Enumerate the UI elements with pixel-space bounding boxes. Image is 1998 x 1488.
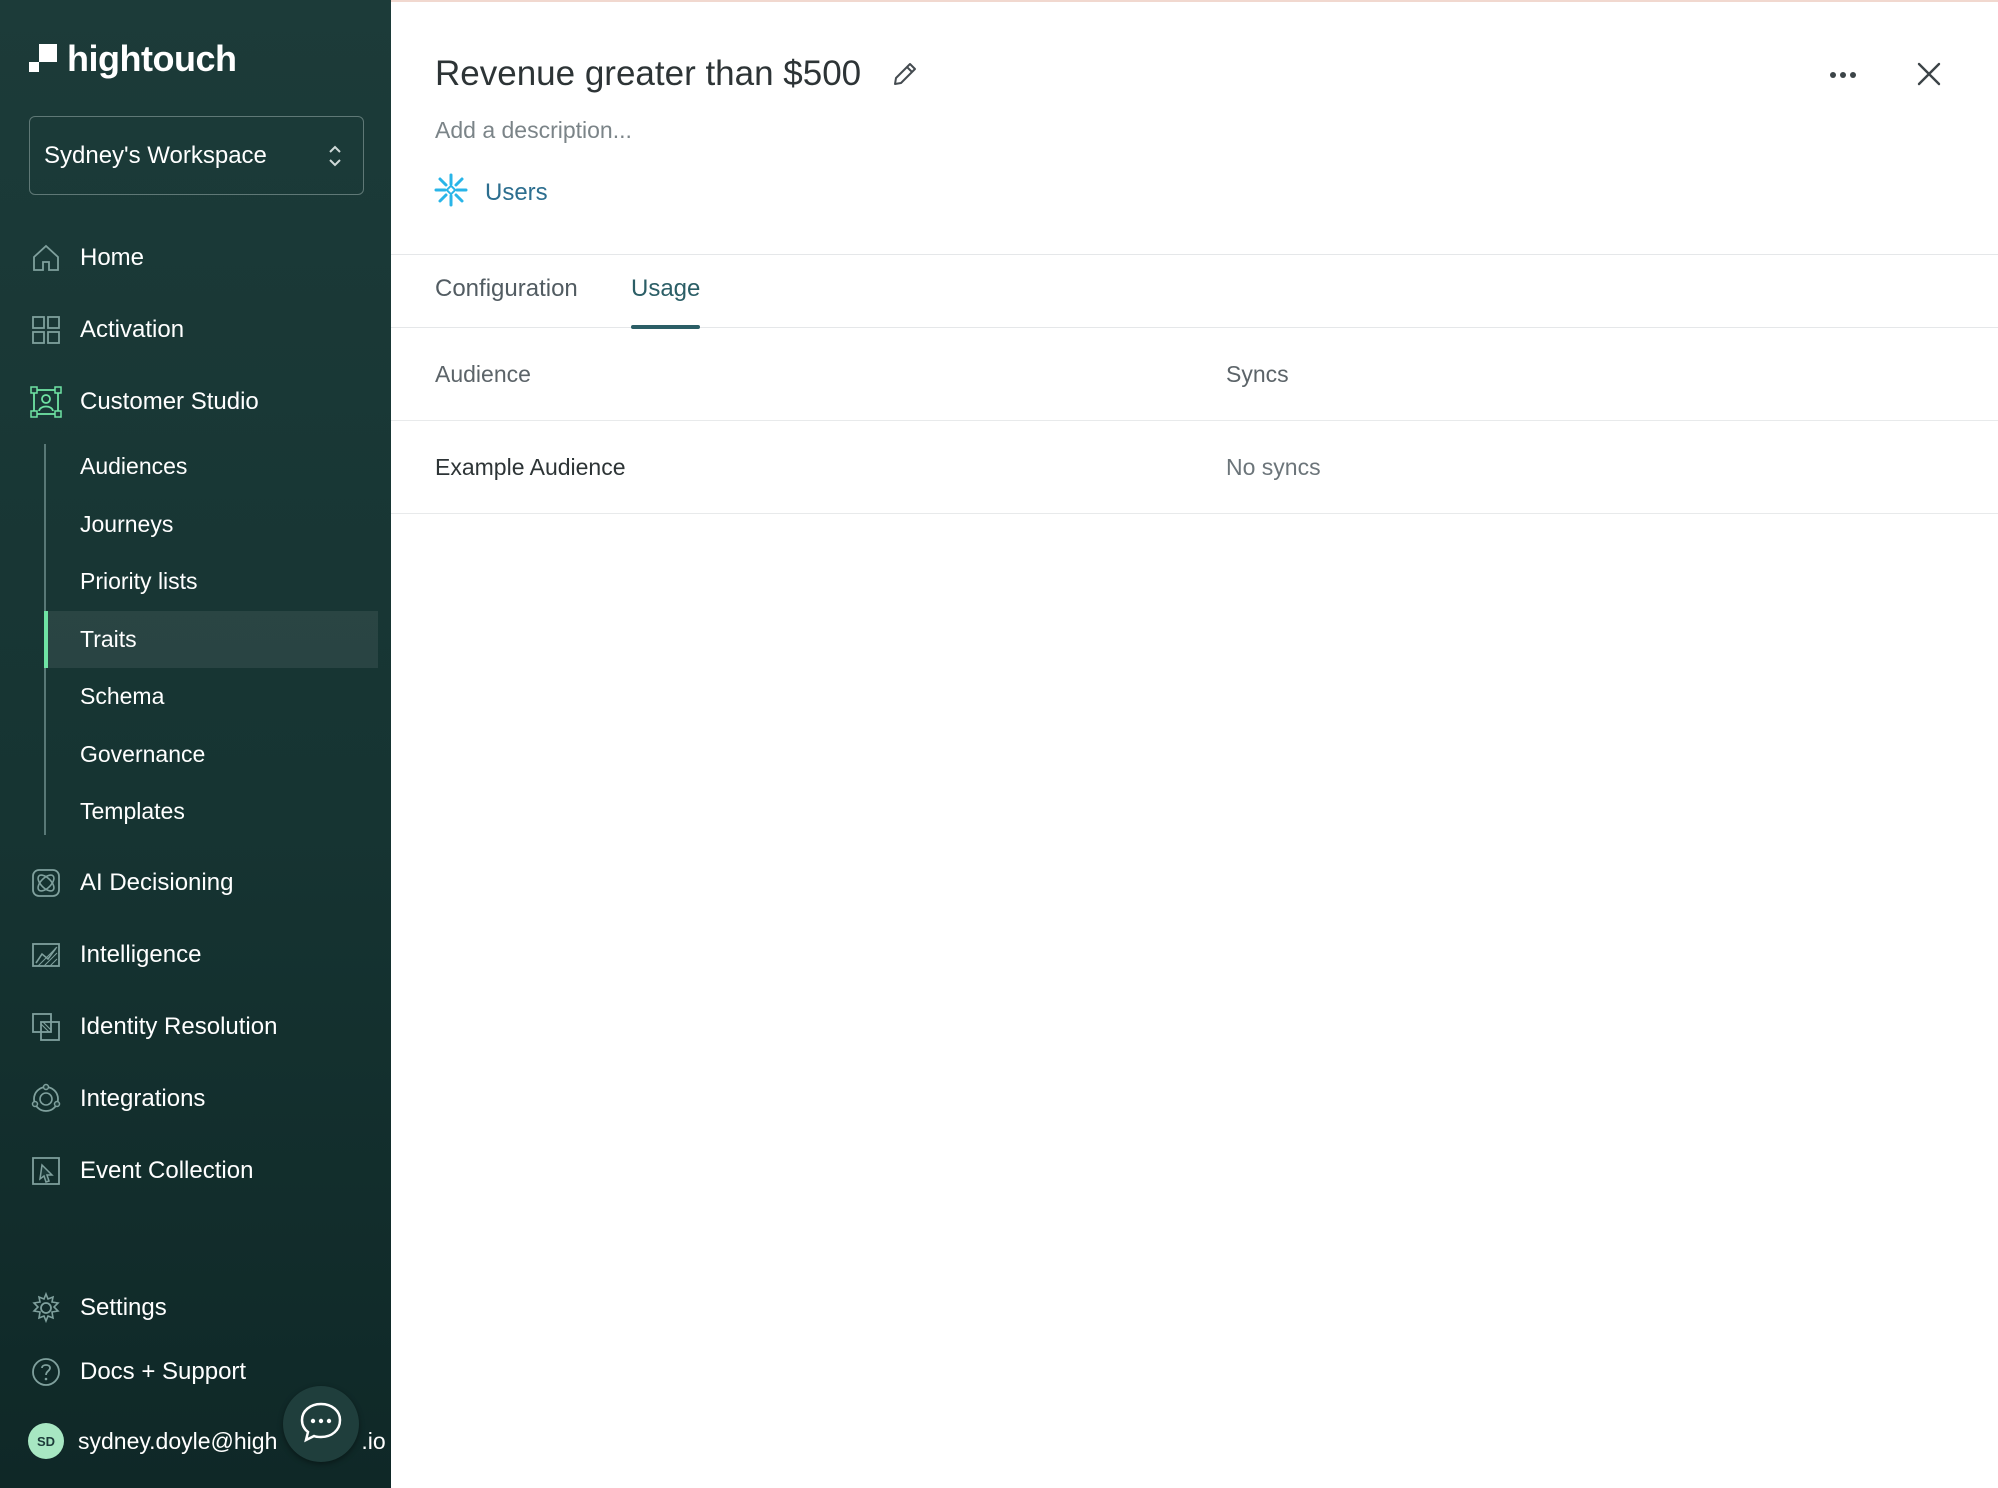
column-header-syncs: Syncs <box>1226 361 1289 387</box>
activation-icon <box>30 314 62 346</box>
nav-home-label: Home <box>80 244 145 271</box>
parent-model-label: Users <box>485 178 548 206</box>
help-circle-icon <box>30 1356 62 1388</box>
sidebar-item-priority-lists[interactable]: Priority lists <box>44 553 378 611</box>
tab-usage[interactable]: Usage <box>631 275 701 329</box>
more-horizontal-icon <box>1828 67 1858 85</box>
identity-resolution-icon <box>30 1011 62 1043</box>
nav-activation-label: Activation <box>80 316 185 343</box>
chat-button[interactable] <box>283 1386 359 1462</box>
hightouch-logo[interactable]: hightouch <box>29 38 237 80</box>
logo-text: hightouch <box>67 38 237 79</box>
table-row[interactable]: Example Audience No syncs <box>391 421 1998 514</box>
close-icon <box>1916 61 1942 92</box>
sidebar: hightouch Sydney's Workspace Home Activa… <box>0 0 391 1488</box>
page-title: Revenue greater than $500 <box>435 54 862 93</box>
nav-customer-studio-label: Customer Studio <box>80 388 259 415</box>
pencil-icon[interactable] <box>889 58 921 90</box>
nav-identity-resolution-label: Identity Resolution <box>80 1012 278 1040</box>
chevron-up-down-icon <box>327 143 343 169</box>
nav-identity-resolution[interactable]: Identity Resolution <box>0 991 391 1063</box>
nav-settings-label: Settings <box>80 1294 167 1321</box>
nav-intelligence-label: Intelligence <box>80 940 202 968</box>
nav-ai-decisioning-label: AI Decisioning <box>80 868 234 896</box>
nav-integrations-label: Integrations <box>80 1084 206 1112</box>
nav-settings[interactable]: Settings <box>0 1276 391 1340</box>
snowflake-icon <box>433 172 469 213</box>
workspace-name: Sydney's Workspace <box>44 141 267 169</box>
nav-activation[interactable]: Activation <box>0 294 391 366</box>
nav-event-collection[interactable]: Event Collection <box>0 1135 391 1207</box>
nav-integrations[interactable]: Integrations <box>0 1063 391 1135</box>
syncs-cell: No syncs <box>1226 454 1321 480</box>
sidebar-item-governance[interactable]: Governance <box>44 726 378 784</box>
tabs: Configuration Usage <box>391 254 1998 329</box>
customer-studio-icon <box>30 386 62 418</box>
description-field[interactable]: Add a description... <box>435 117 632 144</box>
intelligence-icon <box>30 939 62 971</box>
user-email-start: sydney.doyle@high <box>78 1427 278 1454</box>
hightouch-logo-mark-icon <box>29 44 57 74</box>
parent-model-link[interactable]: Users <box>433 172 548 213</box>
integrations-icon <box>30 1083 62 1115</box>
nav-customer-studio[interactable]: Customer Studio <box>0 366 391 438</box>
main-nav: Home Activation Customer Studio Audience… <box>0 222 391 1207</box>
more-options-button[interactable] <box>1823 56 1863 96</box>
nav-home[interactable]: Home <box>0 222 391 294</box>
user-email-end: .io <box>361 1427 386 1454</box>
tab-configuration[interactable]: Configuration <box>435 275 578 327</box>
sidebar-item-schema[interactable]: Schema <box>44 668 378 726</box>
nav-intelligence[interactable]: Intelligence <box>0 919 391 991</box>
usage-table: Audience Syncs Example Audience No syncs <box>391 328 1998 514</box>
home-icon <box>30 242 62 274</box>
sidebar-item-traits[interactable]: Traits <box>44 610 378 668</box>
event-collection-icon <box>30 1155 62 1187</box>
ai-decisioning-icon <box>30 867 62 899</box>
app-root: hightouch Sydney's Workspace Home Activa… <box>0 0 1998 1488</box>
audience-cell[interactable]: Example Audience <box>435 421 626 514</box>
nav-ai-decisioning[interactable]: AI Decisioning <box>0 847 391 919</box>
column-header-audience: Audience <box>435 361 531 387</box>
sidebar-footer-nav: Settings Docs + Support <box>0 1276 391 1404</box>
gear-icon <box>30 1292 62 1324</box>
close-button[interactable] <box>1909 56 1949 96</box>
workspace-switcher[interactable]: Sydney's Workspace <box>29 116 364 195</box>
customer-studio-subnav: Audiences Journeys Priority lists Traits… <box>44 438 391 841</box>
sidebar-item-templates[interactable]: Templates <box>44 783 378 841</box>
sidebar-item-audiences[interactable]: Audiences <box>44 438 378 496</box>
avatar: SD <box>28 1423 64 1459</box>
nav-event-collection-label: Event Collection <box>80 1156 254 1184</box>
table-header-row: Audience Syncs <box>391 328 1998 421</box>
sidebar-item-journeys[interactable]: Journeys <box>44 496 378 554</box>
nav-docs-support-label: Docs + Support <box>80 1358 247 1385</box>
chat-icon <box>298 1399 344 1450</box>
trait-detail-panel: Revenue greater than $500 Add a descript… <box>391 0 1998 1488</box>
title-row: Revenue greater than $500 <box>435 54 921 94</box>
